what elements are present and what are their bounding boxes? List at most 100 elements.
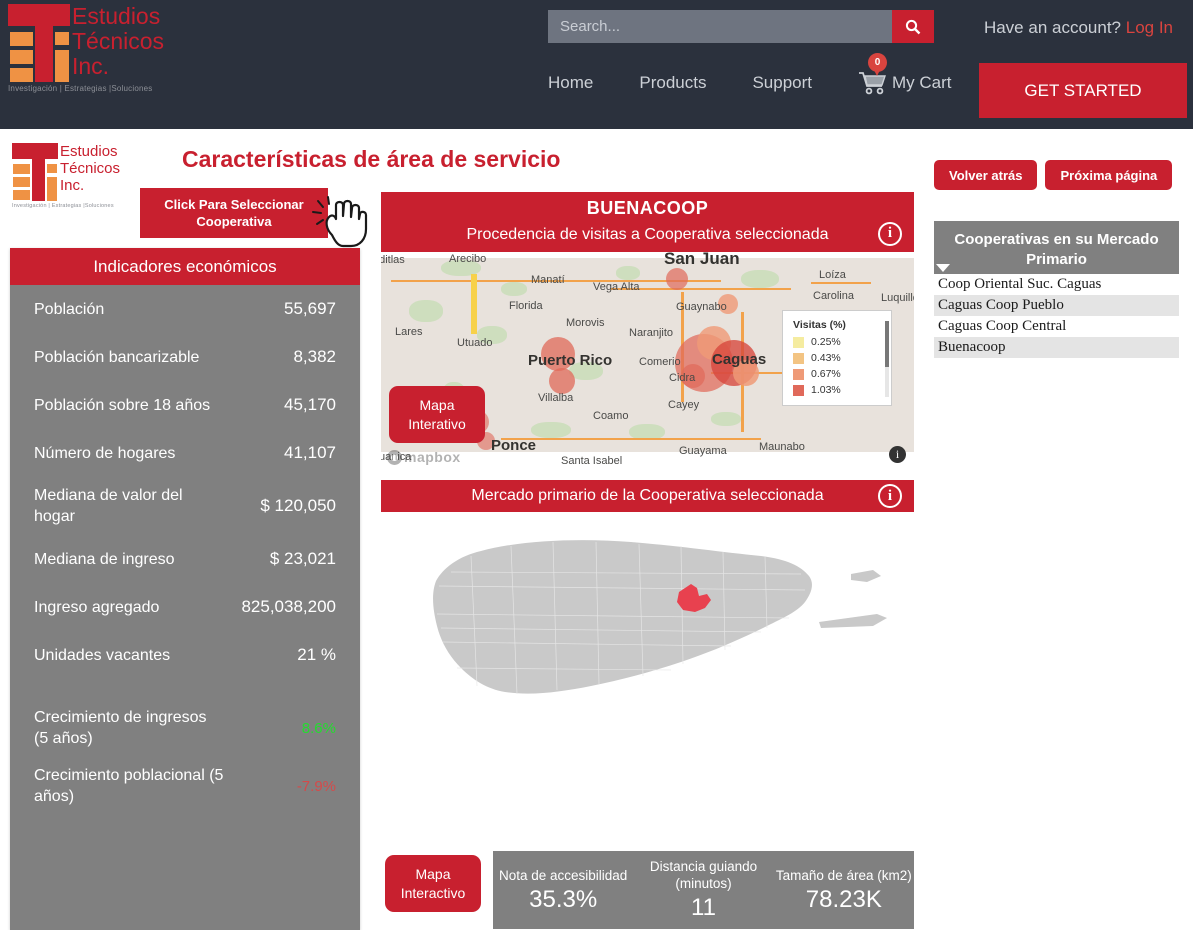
stat-label: Nota de accesibilidad (498, 867, 628, 883)
menu-item-home[interactable]: Home (548, 73, 593, 93)
legend-label: 0.43% (811, 352, 841, 364)
indicator-row-crecimiento-ingresos: Crecimiento de ingresos (5 años) 8.6% (34, 699, 336, 757)
indicator-row-poblacion-sobre-18: Población sobre 18 años 45,170 (34, 381, 336, 429)
stat-distancia-guiando: Distancia guiando (minutos) 11 (633, 851, 773, 929)
indicator-value: 21 % (297, 645, 336, 664)
indicators-header: Indicadores económicos (10, 248, 360, 285)
eti-logo-mark (8, 4, 70, 82)
mapbox-wordmark: mapbox (404, 449, 461, 465)
main-menu: Home Products Support 0 My Cart (548, 53, 976, 96)
map-label: Manatí (531, 274, 565, 286)
indicator-value-positive: 8.6% (301, 719, 336, 737)
map-label: Guayama (679, 445, 727, 457)
map-attribution-info-icon[interactable]: i (889, 446, 906, 463)
legend-entry: 0.67% (793, 368, 883, 380)
indicator-value: 45,170 (284, 395, 336, 414)
brand-logo[interactable]: Estudios Técnicos Inc. Investigación | E… (8, 4, 188, 100)
interactive-map-button-bottom[interactable]: Mapa Interactivo (385, 855, 481, 912)
map-info-icon[interactable]: i (878, 221, 902, 246)
interactive-map-button-top[interactable]: Mapa Interativo (389, 386, 485, 443)
primary-market-info-icon[interactable]: i (878, 484, 902, 508)
list-item[interactable]: Caguas Coop Pueblo (934, 295, 1179, 316)
map-label: Ponce (491, 437, 537, 454)
pr-island-shape (433, 540, 812, 694)
stat-value: 11 (691, 894, 716, 921)
page-content: Estudios Técnicos Inc. Investigación | E… (0, 129, 1193, 930)
primary-market-title: Mercado primario de la Cooperativa selec… (471, 487, 824, 504)
back-button[interactable]: Volver atrás (934, 160, 1038, 190)
visit-bubble (549, 368, 575, 394)
indicator-label: Población sobre 18 años (34, 396, 211, 414)
stat-accesibilidad: Nota de accesibilidad 35.3% (493, 851, 633, 929)
map-label: Puerto Rico (528, 352, 613, 369)
map-label: Lares (395, 326, 423, 338)
indicator-label: Población bancarizable (34, 348, 200, 366)
account-prompt-text: Have an account? (983, 18, 1121, 37)
legend-swatch-icon (793, 352, 804, 364)
search-bar (548, 10, 934, 43)
primary-market-map[interactable] (381, 526, 914, 719)
bottom-statistics-bar: Nota de accesibilidad 35.3% Distancia gu… (493, 851, 914, 929)
indicator-row-poblacion: Población 55,697 (34, 285, 336, 333)
brand-line-2: Técnicos (72, 28, 165, 54)
login-link[interactable]: Log In (1126, 18, 1173, 37)
legend-scrollbar[interactable] (885, 321, 889, 397)
legend-swatch-icon (793, 336, 804, 348)
shopping-cart-icon (859, 72, 886, 95)
puerto-rico-choropleth (433, 540, 887, 695)
search-input[interactable] (548, 10, 892, 43)
indicator-label: Ingreso agregado (34, 598, 160, 616)
brand-line-3: Inc. (72, 53, 110, 79)
legend-label: 1.03% (811, 384, 841, 396)
indicator-value-negative: -7.9% (296, 777, 336, 795)
indicator-row-numero-hogares: Número de hogares 41,107 (34, 429, 336, 477)
indicator-value: $ 23,021 (269, 549, 336, 568)
visits-origin-map[interactable]: San Juan aditlas Arecibo Loíza Manatí Ve… (381, 252, 914, 471)
map-label: Maunabo (759, 441, 805, 453)
map-label: San Juan (664, 252, 740, 268)
map-label: Coamo (593, 410, 629, 422)
cart-label: My Cart (892, 73, 952, 92)
map-label: Loíza (819, 269, 846, 281)
indicator-label: Población (34, 300, 105, 318)
map-label: Cidra (669, 372, 696, 384)
menu-item-support[interactable]: Support (752, 73, 812, 93)
select-cooperative-button[interactable]: Click Para Seleccionar Cooperativa (140, 188, 328, 238)
legend-title: Visitas (%) (793, 319, 846, 331)
map-label: Caguas (712, 351, 767, 368)
brand-wordmark: Estudios Técnicos Inc. (72, 4, 164, 79)
page-navigation-buttons: Volver atrás Próxima página (934, 160, 1180, 190)
list-item[interactable]: Caguas Coop Central (934, 316, 1179, 337)
indicator-row-unidades-vacantes: Unidades vacantes 21 % (34, 631, 336, 679)
search-button[interactable] (892, 10, 934, 43)
search-icon (905, 19, 921, 34)
next-page-button[interactable]: Próxima página (1045, 160, 1173, 190)
map-label: Vega Alta (593, 281, 640, 293)
map-label: aditlas (381, 254, 405, 266)
get-started-button[interactable]: GET STARTED (979, 63, 1187, 118)
mapbox-icon (387, 449, 402, 465)
indicator-value: 41,107 (284, 443, 336, 462)
pointing-hand-cursor-icon (312, 196, 368, 248)
legend-swatch-icon (793, 384, 804, 396)
chevron-down-icon[interactable] (936, 264, 950, 272)
indicator-value: $ 120,050 (260, 496, 336, 515)
page-brand-line-1: Estudios (60, 143, 118, 160)
selected-cooperative-name: BUENACOOP (586, 198, 709, 218)
cooperatives-list-header: Cooperativas en su Mercado Primario (934, 221, 1179, 274)
list-item[interactable]: Buenacoop (934, 337, 1179, 358)
map-label: Florida (509, 300, 543, 312)
account-prompt: Have an account? Log In (984, 18, 1173, 38)
indicator-label: Crecimiento de ingresos (5 años) (34, 709, 207, 747)
cart-button[interactable]: 0 My Cart (858, 53, 952, 96)
legend-scrollbar-thumb[interactable] (885, 321, 889, 367)
vieques-shape (819, 614, 887, 628)
list-item[interactable]: Coop Oriental Suc. Caguas (934, 274, 1179, 295)
map-label: Utuado (457, 337, 493, 349)
menu-item-products[interactable]: Products (639, 73, 706, 93)
indicator-value: 8,382 (293, 347, 336, 366)
stat-label: Distancia guiando (minutos) (649, 859, 758, 891)
mapbox-attribution[interactable]: mapbox (387, 449, 461, 465)
map-label: Comerio (639, 356, 681, 368)
map-label: Naranjito (629, 327, 674, 339)
